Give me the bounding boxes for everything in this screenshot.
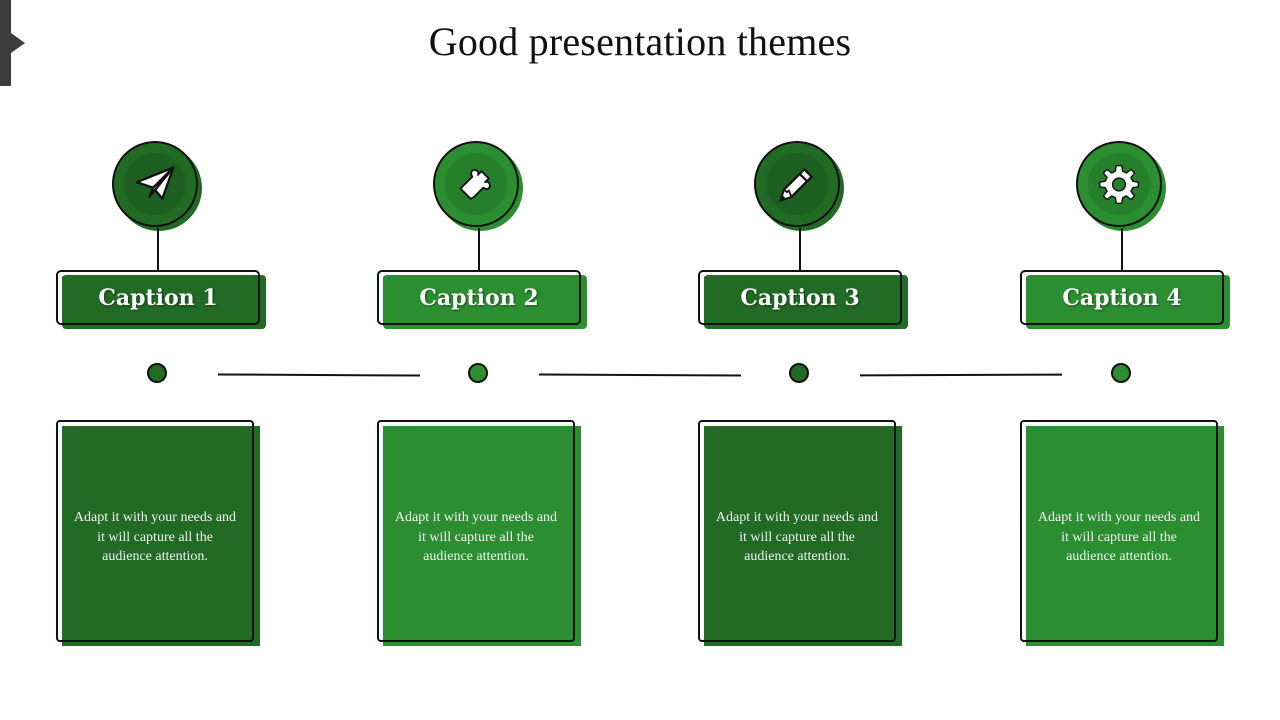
timeline-step-3: Caption 3 Adapt it with your needs and i… (696, 0, 916, 720)
icon-badge (112, 141, 202, 231)
icon-stem (1121, 228, 1123, 270)
icon-badge-inner (1088, 153, 1150, 215)
text-box[interactable]: Adapt it with your needs and it will cap… (56, 420, 254, 642)
timeline-dot (468, 363, 488, 383)
caption-box[interactable]: Caption 4 (1020, 270, 1224, 325)
icon-badge (754, 141, 844, 231)
text-box[interactable]: Adapt it with your needs and it will cap… (698, 420, 896, 642)
gear-icon (1097, 162, 1141, 206)
icon-badge-circle (754, 141, 840, 227)
timeline-dot (789, 363, 809, 383)
text-box-body: Adapt it with your needs and it will cap… (1037, 510, 1201, 564)
text-box-body: Adapt it with your needs and it will cap… (73, 510, 237, 564)
text-box-body: Adapt it with your needs and it will cap… (394, 510, 558, 564)
icon-stem (799, 228, 801, 270)
icon-badge-inner (445, 153, 507, 215)
icon-badge-circle (112, 141, 198, 227)
text-box-body: Adapt it with your needs and it will cap… (715, 510, 879, 564)
caption-box[interactable]: Caption 3 (698, 270, 902, 325)
text-box[interactable]: Adapt it with your needs and it will cap… (377, 420, 575, 642)
timeline-step-1: Caption 1 Adapt it with your needs and i… (54, 0, 274, 720)
icon-stem (157, 228, 159, 270)
timeline-dot (1111, 363, 1131, 383)
icon-badge-inner (124, 153, 186, 215)
caption-label: Caption 2 (419, 284, 539, 311)
timeline-step-4: Caption 4 Adapt it with your needs and i… (1018, 0, 1238, 720)
timeline-dot (147, 363, 167, 383)
paper-plane-icon (133, 162, 177, 206)
icon-badge-circle (1076, 141, 1162, 227)
icon-badge (1076, 141, 1166, 231)
puzzle-piece-icon (454, 162, 498, 206)
icon-badge-inner (766, 153, 828, 215)
icon-badge-circle (433, 141, 519, 227)
icon-stem (478, 228, 480, 270)
caption-label: Caption 3 (740, 284, 860, 311)
caption-box[interactable]: Caption 2 (377, 270, 581, 325)
timeline-step-2: Caption 2 Adapt it with your needs and i… (375, 0, 595, 720)
icon-badge (433, 141, 523, 231)
text-box[interactable]: Adapt it with your needs and it will cap… (1020, 420, 1218, 642)
caption-label: Caption 1 (98, 284, 218, 311)
pencil-icon (775, 162, 819, 206)
caption-box[interactable]: Caption 1 (56, 270, 260, 325)
caption-label: Caption 4 (1062, 284, 1182, 311)
